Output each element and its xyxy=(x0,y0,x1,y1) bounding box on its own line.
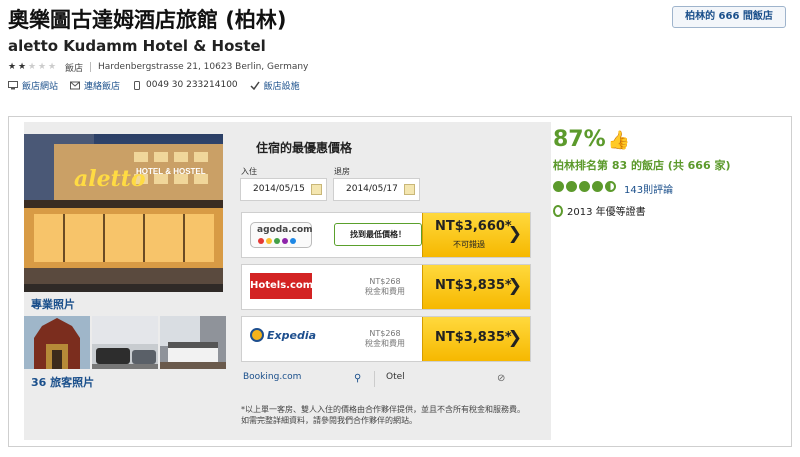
hotel-type: 飯店 xyxy=(65,63,84,74)
expedia-price-button[interactable]: NT$3,835* ❯ xyxy=(422,317,530,361)
hotels-com-price-button[interactable]: NT$3,835* ❯ xyxy=(422,265,530,309)
globe-icon xyxy=(250,328,264,342)
hotels-com-price: NT$3,835* xyxy=(435,278,512,293)
rating-bubble-icon xyxy=(553,181,564,192)
cheapest-badge: 找到最低價格！ xyxy=(334,223,422,246)
no-availability-icon: ⊘ xyxy=(497,373,506,384)
traveler-photo-image xyxy=(92,316,158,369)
city-rank[interactable]: 柏林排名第 83 的飯店 (共 666 家) xyxy=(553,157,730,173)
checkmark-icon xyxy=(250,81,260,90)
hotel-photo-image: aletto HOTEL & HOSTEL xyxy=(24,134,223,292)
star-icon: ★ xyxy=(28,61,37,72)
phone-number-text: 0049 30 233214100 xyxy=(146,80,238,90)
rating-bubble-icon xyxy=(566,181,577,192)
checkout-date-value: 2014/05/17 xyxy=(346,184,398,194)
checkin-label: 入住 xyxy=(241,167,257,176)
divider xyxy=(90,62,92,72)
offer-hotels-com[interactable]: Hotels.com NT$268 稅金和費用 NT$3,835* ❯ xyxy=(241,264,531,310)
award-text: 2013 年優等證書 xyxy=(567,207,646,218)
checkout-date-field[interactable]: 2014/05/17 xyxy=(333,178,420,201)
rating-bubble-icon xyxy=(592,181,603,192)
amenities-link-label: 飯店設施 xyxy=(263,81,300,92)
rating-bubble-icon xyxy=(579,181,590,192)
hotel-address: Hardenbergstrasse 21, 10623 Berlin, Germ… xyxy=(98,62,309,72)
traveler-photo-thumb[interactable] xyxy=(160,316,226,369)
hotel-main-photo[interactable]: aletto HOTEL & HOSTEL xyxy=(24,134,223,292)
agoda-logo: agoda.com xyxy=(250,222,313,248)
chevron-right-icon: ❯ xyxy=(507,224,522,244)
expedia-logo: Expedia xyxy=(250,328,316,342)
reviews-link[interactable]: 143則評論 xyxy=(624,181,673,196)
checkin-date-field[interactable]: 2014/05/15 xyxy=(240,178,327,201)
best-price-title: 住宿的最優惠價格 xyxy=(256,141,353,155)
certificate-of-excellence: 2013 年優等證書 xyxy=(553,203,646,218)
otel-link[interactable]: Otel xyxy=(386,372,405,382)
amenities-link[interactable]: 飯店設施 xyxy=(250,79,300,92)
offer-expedia[interactable]: Expedia NT$268 稅金和費用 NT$3,835* ❯ xyxy=(241,316,531,362)
hotel-meta-row: ★ ★ ★ ★ ★ 飯店 Hardenbergstrasse 21, 10623… xyxy=(8,60,308,74)
star-rating: ★ ★ ★ ★ ★ xyxy=(8,61,57,72)
chevron-right-icon: ❯ xyxy=(507,276,522,296)
pro-photos-link[interactable]: 專業照片 xyxy=(31,296,75,312)
other-sites-row: Booking.com ⚲ Otel ⊘ xyxy=(241,369,531,391)
expedia-fee: NT$268 稅金和費用 xyxy=(365,329,405,348)
website-link-label: 飯店網站 xyxy=(22,81,59,92)
bubble-rating xyxy=(553,181,616,192)
checkin-date-value: 2014/05/15 xyxy=(253,184,305,194)
traveler-photo-thumb[interactable] xyxy=(92,316,158,369)
recommend-score-value: 87% xyxy=(553,127,606,152)
agoda-logo-text: agoda.com xyxy=(257,225,313,235)
calendar-icon xyxy=(404,184,415,195)
thumbs-up-icon: 👍 xyxy=(607,130,631,151)
hotels-com-logo: Hotels.com xyxy=(250,273,313,299)
hotel-sign: aletto xyxy=(74,166,146,192)
star-icon: ★ xyxy=(18,61,27,72)
star-icon: ★ xyxy=(48,61,57,72)
hotel-sign-sub: HOTEL & HOSTEL xyxy=(136,167,206,176)
traveler-photo-image xyxy=(24,316,90,369)
phone-number: 0049 30 233214100 xyxy=(132,80,238,90)
search-icon[interactable]: ⚲ xyxy=(354,373,361,384)
agoda-price-button[interactable]: NT$3,660* 不可錯過 ❯ xyxy=(422,213,530,257)
recommend-score: 87% 👍 xyxy=(553,127,630,152)
calendar-icon xyxy=(311,184,322,195)
expedia-price: NT$3,835* xyxy=(435,330,512,345)
hotels-com-fee: NT$268 稅金和費用 xyxy=(365,277,405,296)
city-hotels-button[interactable]: 柏林的 666 間飯店 xyxy=(672,6,786,28)
traveler-photos-link[interactable]: 36 旅客照片 xyxy=(31,374,94,390)
contact-link[interactable]: 連絡飯店 xyxy=(70,79,120,92)
rating-bubble-icon xyxy=(605,181,616,192)
phone-icon xyxy=(134,80,141,90)
traveler-photo-thumb[interactable] xyxy=(24,316,90,369)
booking-com-link[interactable]: Booking.com xyxy=(243,372,301,382)
offer-agoda[interactable]: agoda.com 找到最低價格！ NT$3,660* 不可錯過 ❯ xyxy=(241,212,531,258)
checkout-label: 退房 xyxy=(334,167,350,176)
hotel-english-name: aletto Kudamm Hotel & Hostel xyxy=(8,37,266,55)
agoda-price-note: 不可錯過 xyxy=(453,240,485,249)
star-icon: ★ xyxy=(38,61,47,72)
chevron-right-icon: ❯ xyxy=(507,328,522,348)
traveler-photo-image xyxy=(160,316,226,369)
contact-link-label: 連絡飯店 xyxy=(84,81,121,92)
star-icon: ★ xyxy=(8,61,17,72)
divider xyxy=(374,371,375,387)
agoda-price: NT$3,660* xyxy=(435,219,512,234)
envelope-icon xyxy=(70,81,81,89)
website-link[interactable]: 飯店網站 xyxy=(8,79,58,92)
price-disclaimer: *以上單一客房、雙人入住的價格由合作夥伴提供，並且不含所有稅金和服務費。 如需完… xyxy=(241,405,525,425)
expedia-logo-text: Expedia xyxy=(267,328,317,342)
owl-award-icon xyxy=(553,204,563,217)
page-title: 奧樂圖古達姆酒店旅館 (柏林) xyxy=(8,8,287,32)
monitor-icon xyxy=(8,80,18,89)
hotel-links-row: 飯店網站 連絡飯店 0049 30 233214100 飯店設施 xyxy=(8,78,312,92)
